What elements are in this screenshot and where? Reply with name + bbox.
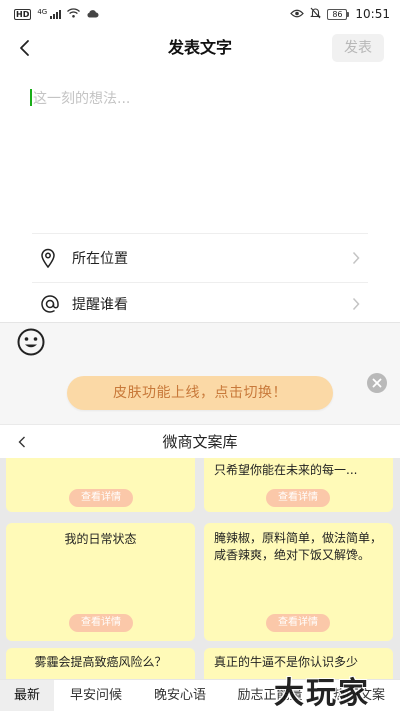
- smiley-icon[interactable]: [16, 327, 46, 361]
- network-type: 4G: [37, 7, 48, 16]
- library-card[interactable]: 腌辣椒，原料简单，做法简单，咸香辣爽，绝对下饭又解馋。 查看详情: [204, 523, 393, 641]
- mute-bell-icon: [310, 7, 322, 22]
- tab-goodnight[interactable]: 晚安心语: [138, 680, 222, 711]
- library-card[interactable]: 雾霾会提高致癌风险么？: [6, 648, 195, 679]
- location-option[interactable]: 所在位置: [32, 234, 368, 282]
- chevron-right-icon: [344, 294, 368, 311]
- eye-icon: [290, 8, 305, 21]
- clock: 10:51: [355, 7, 390, 21]
- tab-motivation[interactable]: 励志正能量: [222, 680, 318, 711]
- category-tabs: 最新 早安问候 晚安心语 励志正能量 热门文案: [0, 679, 400, 711]
- emoji-bar: [0, 322, 400, 364]
- card-text: 腌辣椒，原料简单，做法简单，咸香辣爽，绝对下饭又解馋。: [214, 531, 383, 562]
- library-card[interactable]: 查看详情: [6, 458, 195, 512]
- library-card[interactable]: 我的日常状态 查看详情: [6, 523, 195, 641]
- wifi-icon: [67, 7, 81, 21]
- remind-label: 提醒谁看: [72, 297, 128, 313]
- library-card[interactable]: 真正的牛逼不是你认识多少: [204, 648, 393, 679]
- skin-banner-area: 皮肤功能上线，点击切换！: [0, 364, 400, 424]
- view-details-button[interactable]: 查看详情: [69, 614, 133, 632]
- status-bar: HD 4G 86 10:51: [0, 0, 400, 28]
- location-pin-icon: [32, 248, 72, 268]
- view-details-button[interactable]: 查看详情: [266, 489, 330, 507]
- compose-area: [30, 84, 370, 224]
- card-text: 雾霾会提高致癌风险么？: [34, 655, 167, 669]
- status-right: 86 10:51: [290, 7, 390, 22]
- tab-latest[interactable]: 最新: [0, 680, 54, 711]
- text-caret: [30, 89, 32, 106]
- battery-level: 86: [327, 8, 348, 20]
- back-button[interactable]: [8, 32, 40, 64]
- card-text: 只希望你能在未来的每一...: [214, 463, 358, 477]
- chevron-left-icon: [18, 436, 25, 448]
- view-details-button[interactable]: 查看详情: [266, 614, 330, 632]
- chevron-left-icon: [20, 40, 29, 56]
- library-title: 微商文案库: [162, 433, 238, 451]
- location-label: 所在位置: [72, 251, 128, 267]
- status-left: HD 4G: [14, 8, 99, 21]
- signal-icon: [50, 9, 62, 19]
- card-text: 真正的牛逼不是你认识多少: [214, 655, 359, 669]
- nav-bar: 发表文字 发表: [0, 28, 400, 68]
- library-header: 微商文案库: [0, 424, 400, 458]
- library-card[interactable]: 只希望你能在未来的每一... 查看详情: [204, 458, 393, 512]
- tab-popular[interactable]: 热门文案: [318, 680, 400, 711]
- view-details-button[interactable]: 查看详情: [69, 489, 133, 507]
- at-sign-icon: [32, 294, 72, 314]
- battery-icon: 86: [327, 8, 350, 20]
- post-text-input[interactable]: [30, 84, 370, 224]
- hd-badge: HD: [14, 8, 32, 20]
- library-back-button[interactable]: [10, 430, 34, 454]
- close-icon[interactable]: [367, 373, 387, 393]
- card-text: 我的日常状态: [64, 532, 137, 546]
- library-grid: 查看详情 只希望你能在未来的每一... 查看详情 我的日常状态 查看详情 腌辣椒…: [0, 458, 400, 679]
- chevron-right-icon: [344, 251, 368, 265]
- cloud-icon: [86, 8, 99, 21]
- publish-button[interactable]: 发表: [332, 34, 384, 62]
- tab-morning[interactable]: 早安问候: [54, 680, 138, 711]
- skin-switch-button[interactable]: 皮肤功能上线，点击切换！: [67, 376, 333, 410]
- remind-option[interactable]: 提醒谁看: [32, 283, 368, 322]
